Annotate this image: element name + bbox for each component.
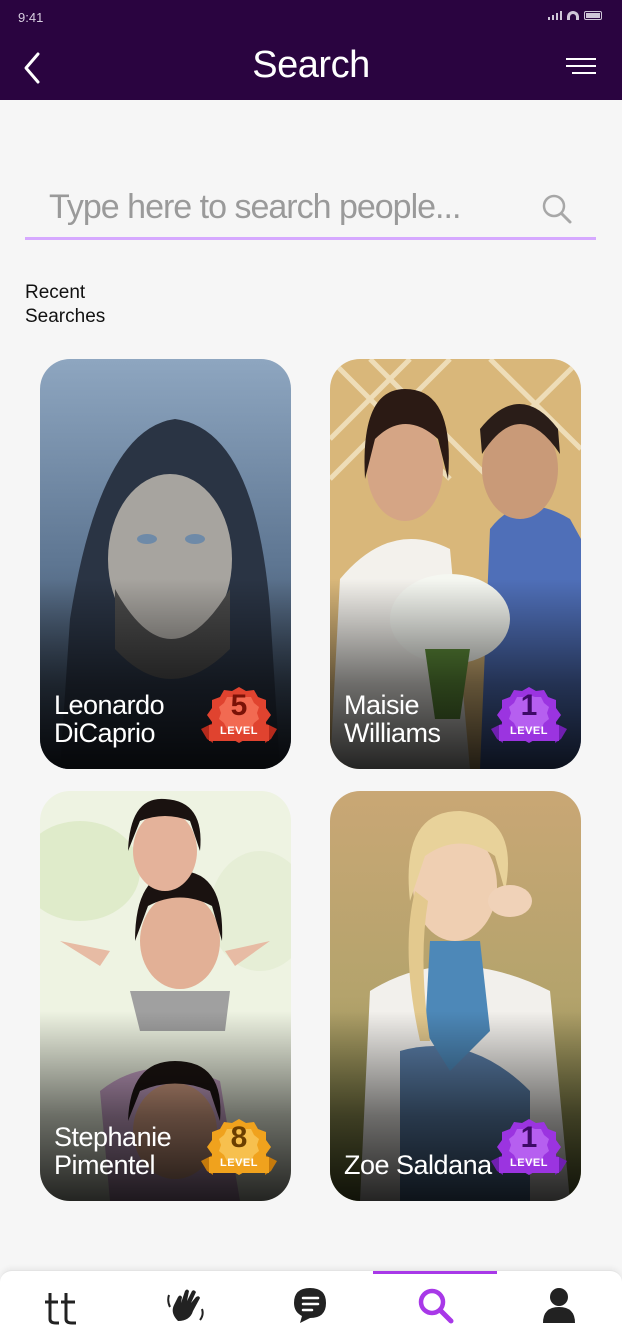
level-number: 5 <box>230 689 248 722</box>
search-icon <box>542 194 572 224</box>
search-icon <box>418 1288 454 1324</box>
battery-icon <box>584 11 602 20</box>
person-name: Leonardo DiCaprio <box>54 690 165 748</box>
person-card-zoe[interactable]: Zoe Saldana 1 LEVEL <box>330 791 581 1201</box>
signal-icon <box>548 11 562 20</box>
level-number: 1 <box>520 689 538 722</box>
level-number: 8 <box>230 1121 248 1154</box>
status-icons <box>548 11 602 20</box>
person-card-maisie[interactable]: Maisie Williams 1 LEVEL <box>330 359 581 769</box>
recent-searches-heading: Recent Searches <box>25 282 106 327</box>
person-name: Maisie Williams <box>344 690 441 748</box>
profile-icon <box>543 1288 575 1323</box>
search-bar <box>25 178 596 240</box>
menu-button[interactable] <box>566 58 596 78</box>
tt-logo-icon <box>45 1293 76 1325</box>
search-input[interactable] <box>49 184 519 230</box>
person-card-stephanie[interactable]: Stephanie Pimentel 8 LEVEL <box>40 791 291 1201</box>
level-badge: 1 LEVEL <box>489 1117 569 1183</box>
tab-profile[interactable] <box>497 1271 621 1344</box>
level-badge: 1 LEVEL <box>489 685 569 751</box>
person-card-leonardo[interactable]: Leonardo DiCaprio 5 LEVEL <box>40 359 291 769</box>
wifi-icon <box>567 11 579 20</box>
tab-wave[interactable] <box>124 1271 248 1344</box>
level-badge: 5 LEVEL <box>199 685 279 751</box>
bottom-tab-bar <box>0 1270 622 1344</box>
wave-hand-icon <box>167 1289 204 1321</box>
chat-bubble-icon <box>294 1288 326 1323</box>
person-name: Stephanie Pimentel <box>54 1122 172 1180</box>
page-title: Search <box>252 44 370 86</box>
level-badge: 8 LEVEL <box>199 1117 279 1183</box>
level-label: LEVEL <box>510 725 548 737</box>
status-time: 9:41 <box>18 10 44 25</box>
menu-icon <box>566 58 596 60</box>
level-label: LEVEL <box>510 1157 548 1169</box>
tab-search[interactable] <box>373 1271 497 1344</box>
level-label: LEVEL <box>220 1157 258 1169</box>
level-label: LEVEL <box>220 725 258 737</box>
tab-chat[interactable] <box>248 1271 372 1344</box>
search-submit-button[interactable] <box>540 192 574 226</box>
person-name: Zoe Saldana <box>344 1150 492 1180</box>
level-number: 1 <box>520 1121 538 1154</box>
tab-home[interactable] <box>0 1271 124 1344</box>
app-header: 9:41 Search <box>0 0 622 100</box>
